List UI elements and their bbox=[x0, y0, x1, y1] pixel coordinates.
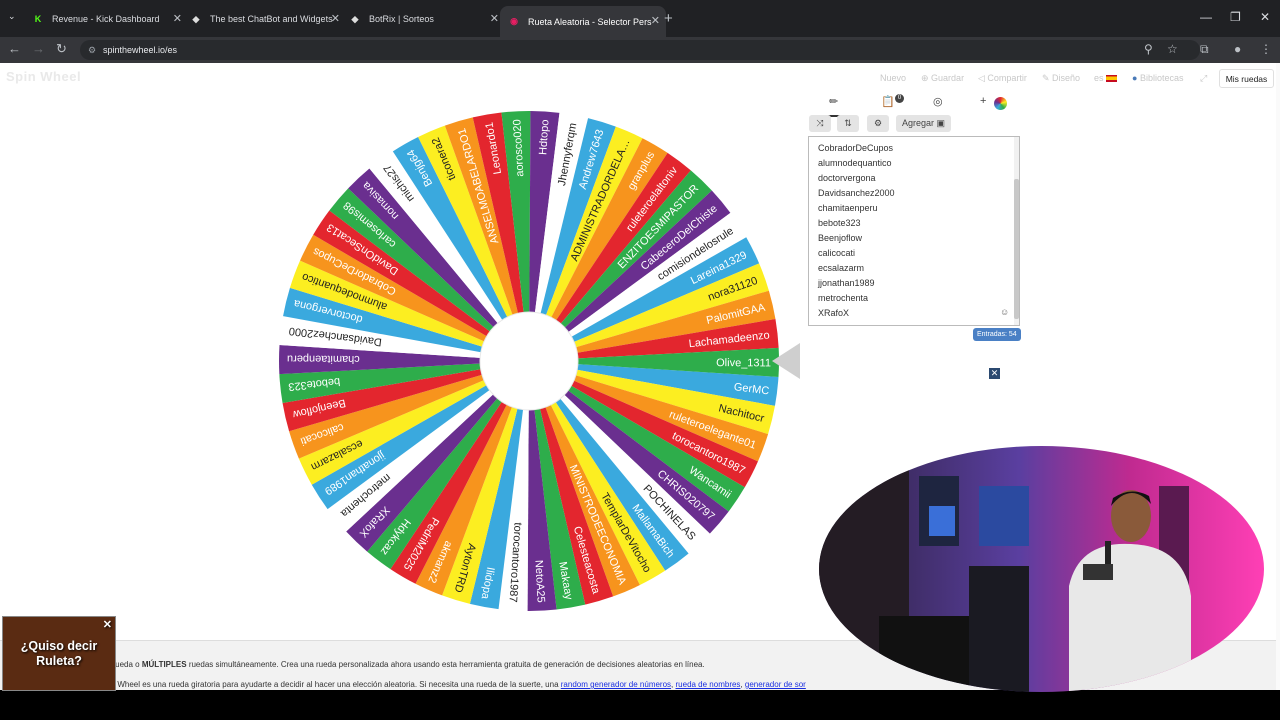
close-window-icon[interactable]: ✕ bbox=[1260, 10, 1270, 24]
profile-avatar-icon[interactable]: ● bbox=[1234, 42, 1241, 56]
color-wheel-icon[interactable] bbox=[994, 97, 1007, 110]
did-you-mean-popup[interactable]: ¿Quiso decir Ruleta? ✕ bbox=[2, 616, 116, 691]
menu-design[interactable]: ✎ Diseño bbox=[1042, 73, 1080, 84]
page-scrollbar[interactable] bbox=[1276, 63, 1280, 690]
kick-icon: K bbox=[34, 14, 42, 24]
site-info-icon[interactable]: ⚙ bbox=[88, 40, 96, 60]
new-tab-icon[interactable]: + bbox=[664, 10, 673, 27]
flag-es-icon bbox=[1106, 75, 1118, 83]
my-wheels-button[interactable]: Mis ruedas bbox=[1219, 69, 1274, 88]
entry-line: jjonathan1989 bbox=[818, 278, 875, 288]
shuffle-icon: ⤨ bbox=[816, 118, 824, 128]
design-icon: ✎ bbox=[1042, 73, 1053, 83]
menu-dots-icon[interactable]: ⋮ bbox=[1260, 42, 1272, 56]
tab-title: BotRix | Sorteos bbox=[369, 14, 434, 24]
menu-share[interactable]: ◁ Compartir bbox=[978, 73, 1027, 84]
link-name-wheel[interactable]: rueda de nombres bbox=[676, 680, 741, 689]
entry-line: chamitaenperu bbox=[818, 203, 878, 213]
restore-icon[interactable]: ❐ bbox=[1230, 10, 1241, 24]
emoji-icon[interactable]: ☺ bbox=[1000, 307, 1009, 317]
entry-line: Davidsanchez2000 bbox=[818, 188, 895, 198]
wheel-pointer-icon bbox=[772, 343, 800, 379]
wheel-center-hub[interactable] bbox=[479, 311, 579, 411]
browser-tab-bar: ⌄ K Revenue - Kick Dashboard ✕ ◆ The bes… bbox=[0, 0, 1280, 37]
close-icon[interactable]: ✕ bbox=[331, 12, 340, 25]
sort-button[interactable]: ⇅ bbox=[837, 115, 859, 132]
tab-title: Rueta Aleatoria - Selector Pers bbox=[528, 16, 652, 27]
globe-icon: ● bbox=[1132, 73, 1140, 83]
entry-line: XRafoX bbox=[818, 308, 850, 318]
entries-textarea[interactable]: CobradorDeCupos alumnodequantico doctorv… bbox=[808, 136, 1020, 326]
bookmark-star-icon[interactable]: ☆ bbox=[1167, 42, 1178, 56]
tab-botrix-sorteos[interactable]: ◆ BotRix | Sorteos ✕ bbox=[341, 7, 505, 31]
botrix-icon: ◆ bbox=[192, 13, 200, 24]
site-logo[interactable]: Spin Wheel bbox=[6, 69, 81, 84]
share-icon: ◁ bbox=[978, 73, 988, 83]
link-number-generator[interactable]: random generador de números bbox=[561, 680, 671, 689]
gear-icon: ⚙ bbox=[873, 118, 883, 128]
fullscreen-icon[interactable]: ⤢ bbox=[1200, 73, 1207, 84]
description-line-2: the Wheel es una rueda giratoria para ay… bbox=[104, 680, 806, 689]
entry-line: Beenjoflow bbox=[818, 233, 863, 243]
wheel-segment-label: NetoA25 bbox=[532, 560, 546, 603]
tab-title: Revenue - Kick Dashboard bbox=[52, 14, 160, 24]
wheel-segment-label: Hdtopo bbox=[537, 119, 551, 155]
close-icon[interactable]: ✕ bbox=[103, 619, 112, 632]
close-icon[interactable]: ✕ bbox=[490, 12, 499, 25]
entries-scrollbar[interactable] bbox=[1014, 137, 1019, 325]
settings-button[interactable]: ⚙ bbox=[867, 115, 889, 132]
entry-line: ecsalazarm bbox=[818, 263, 865, 273]
back-icon[interactable]: ← bbox=[8, 41, 21, 56]
menu-save[interactable]: ⊕ Guardar bbox=[921, 73, 964, 84]
close-icon[interactable]: ✕ bbox=[173, 12, 182, 25]
close-icon[interactable]: ✕ bbox=[651, 14, 660, 27]
save-icon: ⊕ bbox=[921, 73, 932, 83]
entry-line: CobradorDeCupos bbox=[818, 143, 894, 153]
address-input[interactable]: ⚙ spinthewheel.io/es bbox=[80, 40, 1200, 60]
tab-kick-dashboard[interactable]: K Revenue - Kick Dashboard ✕ bbox=[24, 7, 188, 31]
entry-line: calicocati bbox=[818, 248, 856, 258]
popup-title: ¿Quiso decir Ruleta? bbox=[20, 638, 98, 668]
tab-search-icon[interactable]: ⌄ bbox=[8, 11, 16, 22]
scroll-thumb[interactable] bbox=[1014, 179, 1019, 319]
spin-wheel[interactable]: GerMCNachitocrruleteroelegante01torocant… bbox=[264, 96, 794, 626]
entry-line: bebote323 bbox=[818, 218, 861, 228]
description-line-1: la rueda o MÚLTIPLES ruedas simultáneame… bbox=[104, 660, 705, 669]
tab-chatbot[interactable]: ◆ The best ChatBot and Widgets ✕ bbox=[182, 7, 346, 31]
menu-libraries[interactable]: ● Bibliotecas bbox=[1132, 73, 1183, 83]
wheel-segment-label: Olive_1311 bbox=[716, 357, 771, 369]
add-image-button[interactable]: Agregar ▣ bbox=[896, 115, 951, 132]
forward-icon[interactable]: → bbox=[32, 41, 45, 56]
entry-line: metrochenta bbox=[818, 293, 869, 303]
webcam-overlay bbox=[819, 446, 1264, 692]
entries-count-badge: Entradas: 54 bbox=[973, 328, 1021, 341]
tab-ruleta-aleatoria[interactable]: ◉ Rueta Aleatoria - Selector Pers ✕ bbox=[500, 6, 666, 37]
minimize-icon[interactable]: — bbox=[1200, 10, 1212, 24]
image-icon: ▣ bbox=[936, 118, 946, 128]
menu-new[interactable]: Nuevo bbox=[880, 73, 906, 83]
sort-icon: ⇅ bbox=[844, 118, 852, 128]
menu-language[interactable]: es bbox=[1094, 73, 1118, 83]
reload-icon[interactable]: ↻ bbox=[56, 41, 67, 57]
zoom-icon[interactable]: ⚲ bbox=[1144, 42, 1153, 56]
wheel-segment-label: chamitaenperu bbox=[287, 353, 360, 365]
add-wheel-icon[interactable]: + bbox=[980, 95, 986, 107]
results-list-icon[interactable]: 📋 bbox=[881, 95, 895, 108]
botrix-icon: ◆ bbox=[351, 13, 359, 24]
address-bar-row: ← → ↻ ⚙ spinthewheel.io/es ⚲ ☆ ⧉ ● ⋮ bbox=[0, 37, 1280, 63]
hide-eye-icon[interactable]: ◎ bbox=[933, 95, 943, 108]
link-generator[interactable]: generador de sor bbox=[745, 680, 806, 689]
shuffle-button[interactable]: ⤨ bbox=[809, 115, 831, 132]
edit-pencil-icon[interactable]: ✏ bbox=[829, 95, 838, 108]
wheel-favicon-icon: ◉ bbox=[510, 16, 518, 26]
entry-line: alumnodequantico bbox=[818, 158, 892, 168]
close-ad-button[interactable]: ✕ bbox=[989, 368, 1000, 379]
url-text: spinthewheel.io/es bbox=[103, 45, 178, 55]
tab-title: The best ChatBot and Widgets bbox=[210, 14, 333, 24]
extensions-icon[interactable]: ⧉ bbox=[1200, 42, 1209, 57]
entry-line: doctorvergona bbox=[818, 173, 876, 183]
results-count-badge: 0 bbox=[895, 94, 904, 103]
